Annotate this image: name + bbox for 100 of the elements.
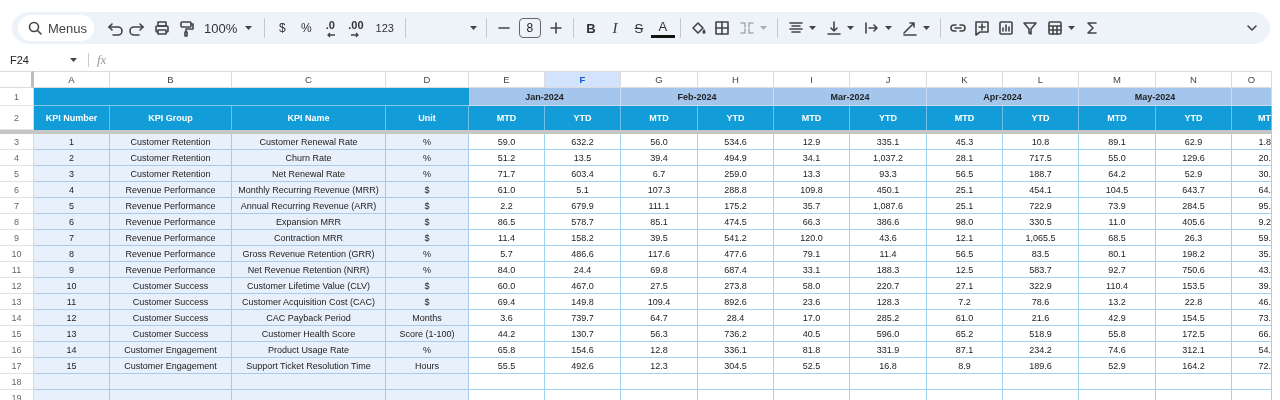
table-cell: 43.6 [850,230,927,246]
column-header[interactable]: F [545,71,621,88]
table-cell: 104.5 [1079,182,1156,198]
zoom-select[interactable]: 100% [198,15,260,41]
table-cell: 55.0 [1079,150,1156,166]
table-cell: 79.1 [774,246,850,262]
table-icon [1045,19,1064,37]
number-format-button[interactable]: 123 [369,15,400,41]
table-cell: 46. [1232,294,1272,310]
table-cell: Revenue Performance [110,246,232,262]
table-cell: 6 [34,214,110,230]
cell-reference: F24 [10,53,29,66]
column-header[interactable]: C [232,71,386,88]
column-header[interactable]: D [386,71,469,88]
table-cell: 35.7 [774,198,850,214]
header-cell: MTD [1079,106,1156,130]
strikethrough-button[interactable]: S [626,15,651,41]
table-cell: 20. [1232,150,1272,166]
table-cell: 15 [34,358,110,374]
table-cell: 189.6 [1003,358,1079,374]
table-cell: 330.5 [1003,214,1079,230]
arrow-icon [350,32,361,38]
table-cell: 111.1 [621,198,698,214]
table-cell: 84.0 [469,262,545,278]
table-cell: 117.6 [621,246,698,262]
table-cell: $ [386,294,469,310]
table-cell: 56.5 [927,166,1003,182]
table-cell: 39. [1232,278,1272,294]
table-cell: Support Ticket Resolution Time [232,358,386,374]
decrease-decimals-button[interactable]: .0 [318,15,343,41]
table-cell: Churn Rate [232,150,386,166]
table-cell: 83.5 [1003,246,1079,262]
table-cell: 12.1 [927,230,1003,246]
table-cell: Customer Health Score [232,326,386,342]
table-cell: 534.6 [698,134,774,150]
table-cell: 153.5 [1156,278,1232,294]
table-cell: 643.7 [1156,182,1232,198]
table-cell: $ [386,182,469,198]
column-header[interactable]: G [621,71,698,88]
column-header[interactable]: K [927,71,1003,88]
column-header[interactable]: N [1156,71,1232,88]
increase-decimals-button[interactable]: .00 [342,15,370,41]
table-cell: 8 [34,246,110,262]
table-cell: 386.6 [850,214,927,230]
italic-button[interactable]: I [602,15,627,41]
table-cell: Expansion MRR [232,214,386,230]
wrap-icon [862,19,881,37]
column-header[interactable]: A [34,71,110,88]
text-color-button[interactable]: A [650,18,675,38]
month-header: Feb-2024 [621,88,774,106]
table-cell: 10 [34,278,110,294]
table-cell: 43. [1232,262,1272,278]
rotate-icon [900,19,919,37]
table-cell: 28.4 [698,310,774,326]
table-cell: 9 [34,262,110,278]
table-cell: 518.9 [1003,326,1079,342]
column-header[interactable]: H [698,71,774,88]
table-cell: 56.0 [621,134,698,150]
column-header[interactable]: B [110,71,232,88]
table-cell: 52.9 [1156,166,1232,182]
table-cell: 61.0 [469,182,545,198]
table-cell: 89.1 [1079,134,1156,150]
table-cell: 74.6 [1079,342,1156,358]
table-cell: % [386,134,469,150]
header-cell: YTD [545,106,621,130]
table-cell: 109.4 [621,294,698,310]
table-cell: 541.2 [698,230,774,246]
bold-button[interactable]: B [578,15,603,41]
table-cell: 158.2 [545,230,621,246]
table-cell: 61.0 [927,310,1003,326]
column-header[interactable]: L [1003,71,1079,88]
table-cell: 65.2 [927,326,1003,342]
caret-icon [468,25,478,31]
function-label: fx [97,51,107,68]
table-cell: 55.8 [1079,326,1156,342]
search-field[interactable]: Menus [18,15,94,41]
column-header[interactable]: I [774,71,850,88]
table-cell: 149.8 [545,294,621,310]
table-cell: 474.5 [698,214,774,230]
table-cell: 11.4 [850,246,927,262]
percent-format-button[interactable]: % [294,15,319,41]
table-cell: 59. [1232,230,1272,246]
header-cell: YTD [698,106,774,130]
table-cell: 477.6 [698,246,774,262]
table-cell: 892.6 [698,294,774,310]
column-header[interactable]: J [850,71,927,88]
column-header[interactable]: E [469,71,545,88]
table-cell: $ [386,278,469,294]
month-header-band [1232,88,1272,106]
header-cell: YTD [1156,106,1232,130]
table-cell: 17.0 [774,310,850,326]
currency-format-button[interactable]: $ [270,15,295,41]
table-cell: Gross Revenue Retention (GRR) [232,246,386,262]
table-cell: 39.4 [621,150,698,166]
table-cell: 5.1 [545,182,621,198]
font-size-field[interactable]: 8 [518,18,541,38]
table-cell: % [386,166,469,182]
table-cell: 1,065.5 [1003,230,1079,246]
cell-reference-box[interactable]: F24 [0,53,78,66]
column-header[interactable]: M [1079,71,1156,88]
